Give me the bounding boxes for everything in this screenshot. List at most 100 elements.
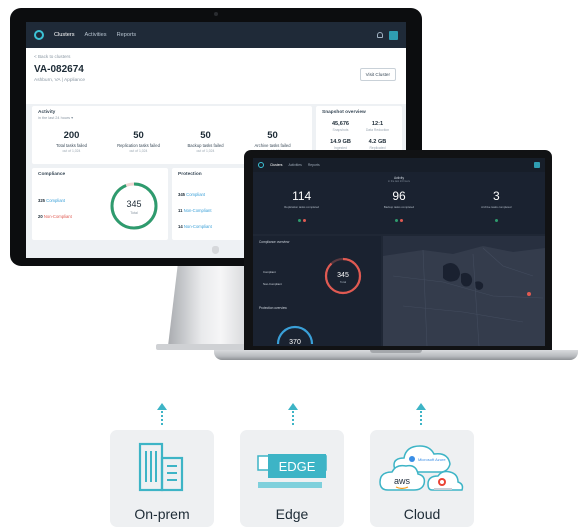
buildings-icon [138, 442, 184, 492]
snapshot-value: 4.2 GB [368, 139, 387, 145]
deploy-label: On-prem [134, 506, 190, 522]
protection-title: Protection overview [259, 306, 287, 310]
stat-value: 50 [267, 130, 278, 141]
protection-count: 11 [178, 208, 183, 213]
avatar[interactable] [389, 30, 398, 40]
compliant-count: 325 [38, 198, 45, 203]
snapshot-label: Data Reduction [365, 128, 390, 132]
cluster-subtitle: Ashburn, VA | Appliance [34, 78, 86, 83]
map-canvas [383, 236, 545, 346]
protection-count: 14 [178, 224, 183, 229]
noncompliant-count: 20 [38, 214, 43, 219]
snapshot-title: Snapshot overview [322, 110, 366, 115]
aws-logo-text: aws [394, 476, 411, 486]
status-dot-icon [399, 219, 403, 222]
laptop-protection-donut[interactable]: 370 [273, 314, 317, 346]
apple-logo-icon [212, 246, 219, 254]
compliance-title: Compliance overview [259, 240, 290, 244]
status-dot-icon [394, 219, 398, 222]
status-dot-icon [494, 219, 498, 222]
activity-title: Activity [393, 176, 405, 180]
avatar[interactable] [534, 162, 540, 168]
nav-activities[interactable]: Activities [288, 163, 301, 167]
snapshot-item: 45,676 Snapshots [322, 121, 359, 132]
deploy-card-edge: EDGE Edge [240, 430, 344, 527]
compliance-title: Compliance [38, 172, 66, 177]
laptop-screen: Clusters Activities Reports Activity in … [253, 158, 545, 346]
protection-label: Non-Compliant [183, 224, 212, 229]
snapshot-value: 45,676 [331, 121, 350, 127]
cloud-providers-icon: Microsoft Azure aws [379, 445, 464, 491]
status-dot-icon [297, 219, 301, 222]
cluster-map[interactable] [383, 236, 545, 346]
stat-label: Archive tasks failed [254, 143, 291, 148]
compliance-donut[interactable]: 345 Total [106, 178, 162, 234]
laptop-compliance-donut[interactable]: 345 Total [321, 254, 365, 298]
nav-activities[interactable]: Activities [85, 32, 107, 38]
stat-label: Backup tasks failed [187, 143, 224, 148]
monitor-camera [214, 12, 218, 16]
nav-reports[interactable]: Reports [117, 32, 137, 38]
app-logo-icon[interactable] [34, 30, 44, 40]
deploy-card-on-prem: On-prem [110, 430, 214, 527]
stat-value: 50 [133, 130, 144, 141]
donut-value: 345 [337, 272, 349, 279]
donut-value: 345 [126, 199, 141, 209]
stat-sub: out of 1,024 [129, 149, 148, 153]
stat-replication-completed[interactable]: 114 Replication tasks completed [253, 189, 350, 227]
bell-icon[interactable] [377, 32, 383, 38]
edge-server-icon: EDGE [257, 454, 327, 488]
nav-clusters[interactable]: Clusters [270, 163, 282, 167]
protection-item[interactable]: 11 Non-Compliant [178, 208, 212, 213]
deploy-card-cloud: Microsoft Azure aws Cloud [370, 430, 474, 527]
compliant-label: Compliant [46, 198, 66, 203]
arrow-up-icon [416, 403, 426, 427]
stat-value: 50 [200, 130, 211, 141]
cluster-marker-icon[interactable] [527, 292, 531, 296]
azure-text: Microsoft Azure [418, 457, 446, 462]
back-link[interactable]: < Back to clusters [34, 54, 398, 59]
stat-archive-completed[interactable]: 3 Archive tasks completed [448, 189, 545, 227]
compliant-legend[interactable]: 325 Compliant [38, 198, 65, 203]
deploy-label: Edge [275, 506, 309, 522]
stat-value: 200 [63, 130, 80, 141]
nav-clusters[interactable]: Clusters [54, 32, 75, 38]
protection-label: Non-Compliant [183, 208, 212, 213]
activity-range[interactable]: in the last 24 hours [253, 180, 545, 183]
stat-backup-failed[interactable]: 50 Backup tasks failed out of 1,024 [172, 130, 239, 153]
protection-donut-value: 370 [289, 339, 301, 346]
stat-replication-failed[interactable]: 50 Replication tasks failed out of 1,024 [105, 130, 172, 153]
compliant-label[interactable]: Compliant [263, 270, 276, 274]
stat-value: 96 [392, 189, 406, 203]
stat-value: 3 [492, 189, 500, 203]
protection-count: 345 [178, 192, 185, 197]
visit-cluster-button[interactable]: Visit Cluster [359, 68, 396, 81]
laptop-notch [370, 350, 422, 353]
top-nav: Clusters Activities Reports [26, 22, 406, 48]
nav-reports[interactable]: Reports [308, 163, 320, 167]
snapshot-item: 12:1 Data Reduction [359, 121, 396, 132]
snapshot-value: 14.9 GB [330, 139, 351, 145]
snapshot-item: 14.9 GB Ingested [322, 139, 359, 150]
laptop-activity-panel: Activity in the last 24 hours 114 Replic… [253, 172, 545, 234]
cluster-header: < Back to clusters VA-082674 Ashburn, VA… [26, 48, 406, 104]
laptop-compliance-panel: Compliance overview Compliant Non-Compli… [253, 236, 381, 346]
laptop-top-nav: Clusters Activities Reports [253, 158, 545, 172]
stat-total-failed[interactable]: 200 Total tasks failed out of 1,024 [38, 130, 105, 153]
stat-label: Archive tasks completed [481, 205, 512, 209]
protection-item[interactable]: 14 Non-Compliant [178, 224, 212, 229]
noncompliant-label[interactable]: Non-Compliant [263, 282, 282, 286]
stat-value: 114 [292, 189, 312, 203]
page-title: VA-082674 [34, 64, 84, 75]
stat-label: Replication tasks completed [284, 205, 320, 209]
app-logo-icon[interactable] [258, 162, 264, 168]
stat-sub: out of 1,024 [196, 149, 215, 153]
protection-item[interactable]: 345 Compliant [178, 192, 205, 197]
stat-backup-completed[interactable]: 96 Backup tasks completed [350, 189, 447, 227]
noncompliant-legend[interactable]: 20 Non-Compliant [38, 214, 72, 219]
noncompliant-label: Non-Compliant [43, 214, 72, 219]
stat-sub: out of 1,024 [62, 149, 81, 153]
donut-label: Total [340, 280, 347, 284]
edge-badge-text: EDGE [279, 459, 316, 474]
activity-range-select[interactable]: in the last 24 hours ▾ [38, 115, 306, 120]
